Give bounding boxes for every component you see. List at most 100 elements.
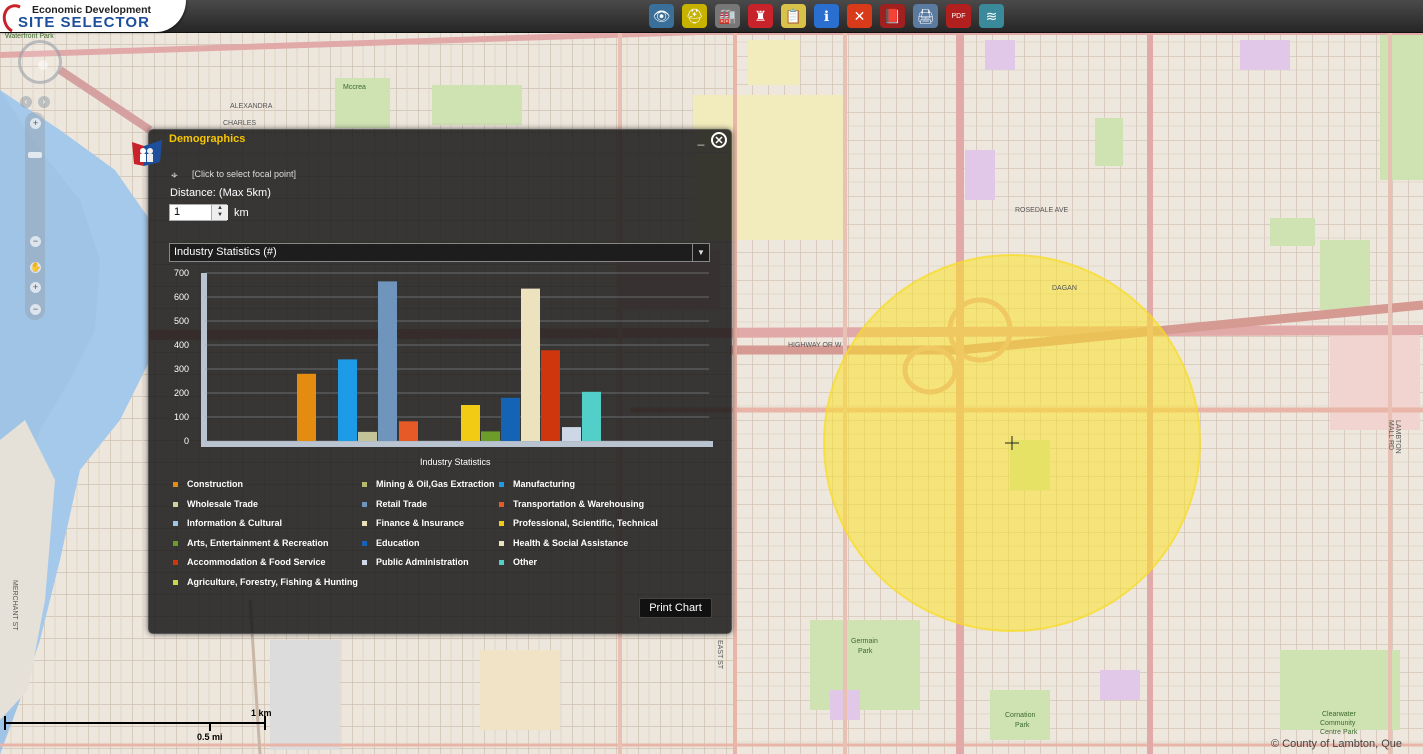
print-icon[interactable]: 🖨 [913,4,938,28]
legend-label: Education [376,537,420,548]
legend-swatch [173,579,178,585]
chart-bar[interactable]: Retail Trade [378,281,397,441]
map-label: ROSEDALE AVE [1015,207,1069,214]
site-selector-logo[interactable]: Economic Development SITE SELECTOR [0,0,186,38]
binoculars-icon[interactable]: 👁 [649,4,674,28]
zoom-slider-handle[interactable] [28,152,42,158]
prev-extent-button[interactable]: ‹ [20,96,32,108]
map-label: LAMBTON MALL RD [1387,420,1401,454]
zoom-in-button[interactable]: + [30,118,41,129]
panel-header[interactable]: Demographics _ ✕ [149,130,731,153]
panel-title: Demographics [169,133,246,145]
legend-swatch [499,560,504,565]
legend-swatch [499,482,504,487]
legend-label: Health & Social Assistance [513,537,629,548]
legend-swatch [362,482,367,487]
chart-y-axis [201,273,207,447]
tool-icons: 👁 ⛑ 🏭 ♜ 📋 ℹ ✕ 📕 🖨 PDF ≋ [649,4,1004,28]
chart-bar[interactable]: Accommodation & Food Service [541,350,560,441]
legend-swatch [173,501,178,507]
legend-label: Mining & Oil,Gas Extraction [376,479,495,489]
zoom-out-icon[interactable]: − [30,304,41,315]
legend-label: Arts, Entertainment & Recreation [187,537,329,548]
zoom-out-button[interactable]: − [30,236,41,247]
chart-bar[interactable]: Mining & Oil,Gas Extraction [358,431,377,441]
chart-bar[interactable]: Education [501,397,520,441]
demographics-logo-icon [132,140,162,166]
zoom-slider[interactable]: + − ✋ + − [25,112,45,320]
chart-y-tick-label: 700 [174,268,189,278]
statistic-dropdown-value: Industry Statistics (#) [174,246,277,258]
map-label: Park [858,648,873,655]
distance-label: Distance: (Max 5km) [170,187,271,199]
report-icon[interactable]: 📋 [781,4,806,28]
map-label: MERCHANT ST [11,580,18,631]
chart-bar[interactable]: Construction [297,373,316,441]
chart-y-tick-label: 100 [174,412,189,422]
map-label: Waterfront Park [5,33,54,40]
map-label: Community [1320,720,1356,727]
minimize-button[interactable]: _ [695,133,707,145]
map-label: Clearwater [1322,711,1356,718]
chart-bar[interactable]: Professional, Scientific, Technical [461,405,480,441]
chart-legend: Construction Mining & Oil,Gas Extraction M… [173,479,713,599]
layers-icon[interactable]: ≋ [979,4,1004,28]
chart-y-tick-label: 0 [184,436,189,446]
map-label: ALEXANDRA [230,103,273,110]
factory-icon[interactable]: 🏭 [715,4,740,28]
pan-center-icon[interactable] [38,60,48,70]
focal-point-link[interactable]: [Click to select focal point] [192,169,296,179]
zoom-in-icon[interactable]: + [30,282,41,293]
map-label: Germain [851,638,878,645]
chart-bar[interactable]: Other [582,391,601,441]
legend-swatch [499,540,504,546]
legend-label: Retail Trade [376,498,428,509]
legend-swatch [499,521,504,526]
scale-bar: 1 km 0.5 mi [4,708,272,742]
logo-line2: SITE SELECTOR [18,14,150,31]
chevron-down-icon[interactable]: ▼ [692,244,709,261]
legend-label: Information & Cultural [187,518,282,528]
legend-swatch [499,501,504,507]
map-label: Park [1015,722,1030,729]
chart-y-tick-label: 400 [174,340,189,350]
legend-label: Construction [187,479,243,489]
chart-x-axis-label: Industry Statistics [420,457,491,467]
top-toolbar: Economic Development SITE SELECTOR 👁 ⛑ 🏭 ♜ 📋… [0,0,1423,38]
map-label: EAST ST [716,640,723,670]
pan-control[interactable] [18,40,62,84]
hard-hat-icon[interactable]: ⛑ [682,4,707,28]
chart-bar[interactable]: Health & Social Assistance [521,288,540,441]
distance-stepper[interactable]: ▲ ▼ [211,205,228,220]
statistic-dropdown[interactable]: Industry Statistics (#) ▼ [169,243,710,262]
chart-bar[interactable]: Public Administration [562,427,581,441]
legend-label: Transportation & Warehousing [513,498,645,509]
legend-label: Other [513,557,538,567]
pdf-icon[interactable]: PDF [946,4,971,28]
measure-icon[interactable]: ✕ [847,4,872,28]
distance-unit: km [234,207,249,219]
next-extent-button[interactable]: › [38,96,50,108]
demographics-panel: Demographics _ ✕ ⌖ [Click to select foca… [148,129,732,634]
info-icon[interactable]: ℹ [814,4,839,28]
map-label: Centre Park [1320,729,1358,736]
legend-swatch [362,521,367,526]
demographics-icon[interactable]: ♜ [748,4,773,28]
cursor-select-icon[interactable]: ⌖ [171,168,185,182]
legend-swatch [173,560,178,565]
bookmark-icon[interactable]: 📕 [880,4,905,28]
print-chart-button[interactable]: Print Chart [639,598,712,618]
chart-bar[interactable]: Transportation & Warehousing [399,421,418,441]
pan-hand-icon[interactable]: ✋ [30,262,41,273]
chart-bar[interactable]: Arts, Entertainment & Recreation [481,431,500,441]
chart-y-tick-label: 500 [174,316,189,326]
map-label: Mccrea [343,84,366,91]
map-label: DAGAN [1052,285,1077,292]
scale-km-label: 1 km [251,708,272,718]
legend-swatch [362,501,367,507]
close-button[interactable]: ✕ [711,132,727,148]
legend-swatch [362,560,367,565]
chart-x-axis [201,441,713,447]
legend-label: Public Administration [376,557,469,567]
chart-bar[interactable]: Manufacturing [338,359,357,441]
